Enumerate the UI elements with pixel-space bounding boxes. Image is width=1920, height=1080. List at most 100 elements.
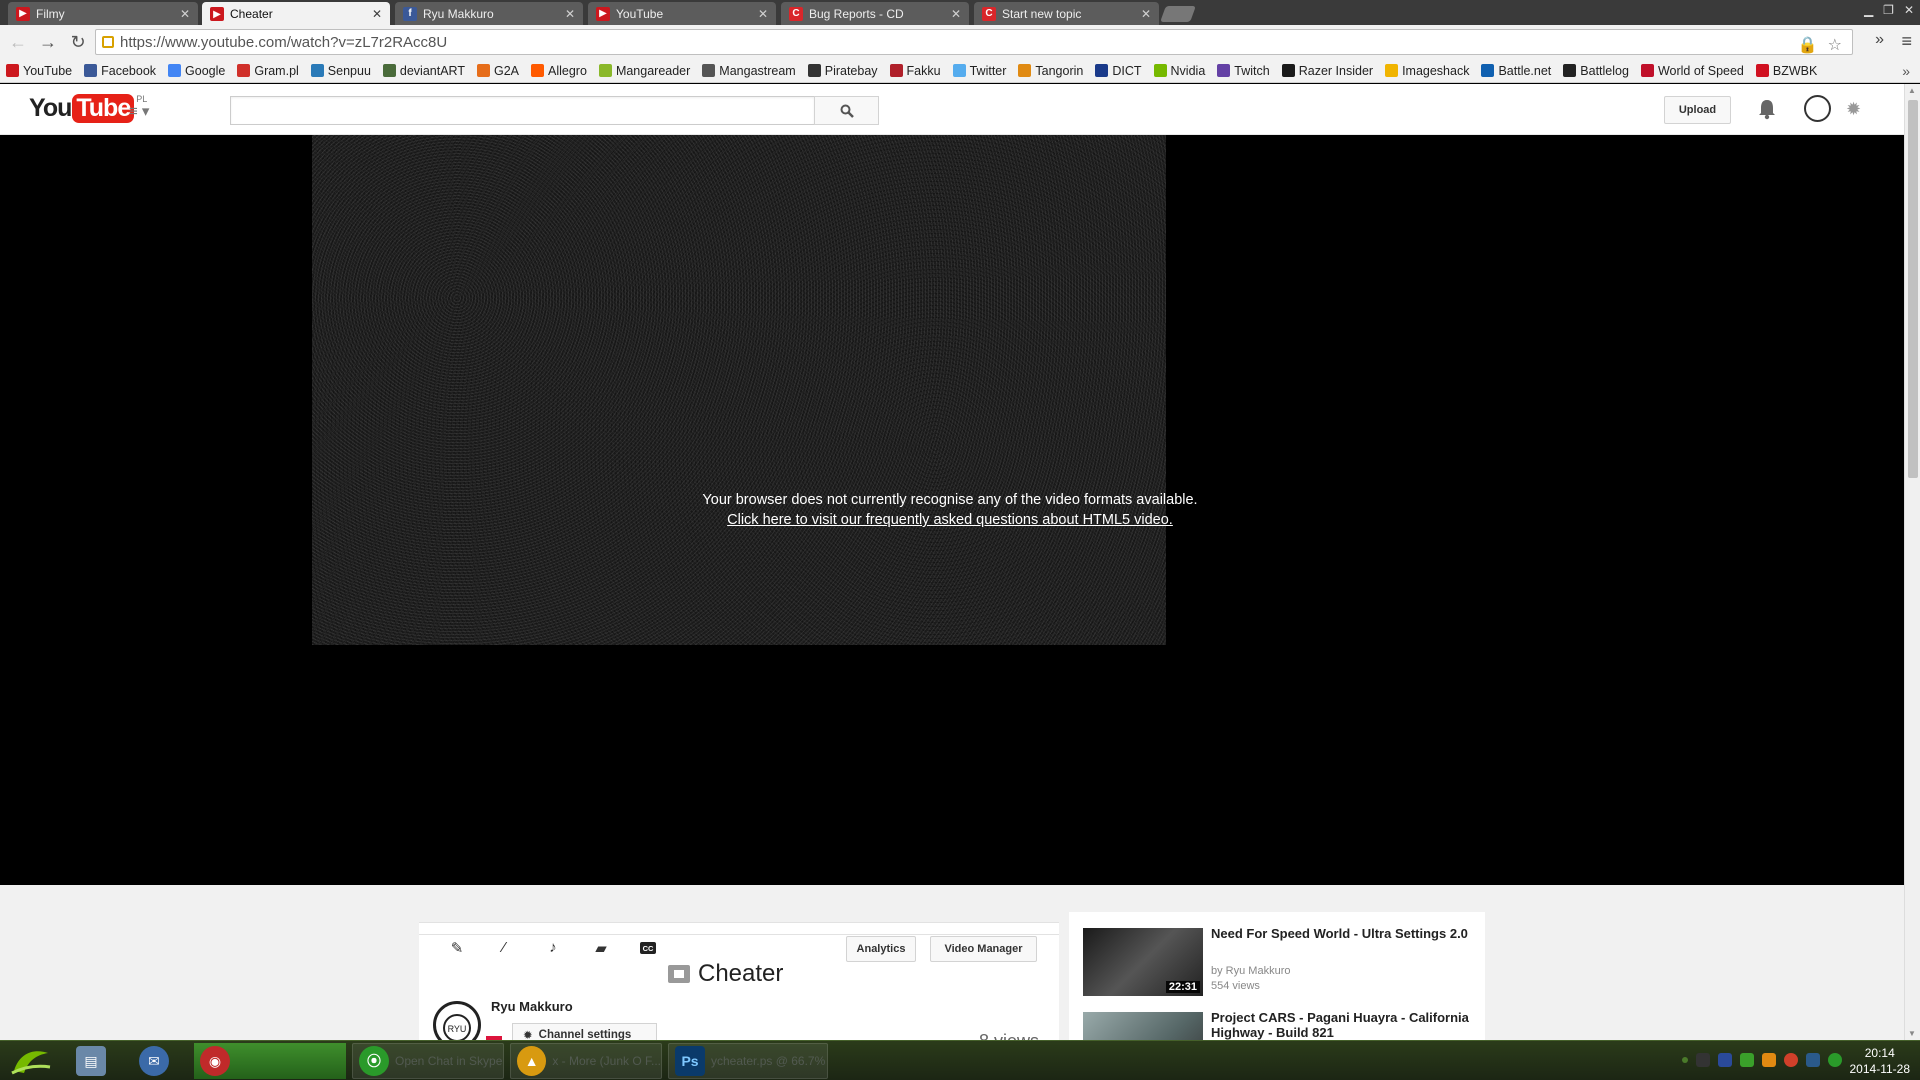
tab-ryu-makkuro[interactable]: f Ryu Makkuro ✕ xyxy=(395,2,583,25)
music-note-icon[interactable]: ♪ xyxy=(543,939,563,959)
close-icon[interactable]: ✕ xyxy=(372,7,382,21)
reload-icon[interactable]: ↻ xyxy=(66,32,90,53)
related-video-title[interactable]: Project CARS - Pagani Huayra - Californi… xyxy=(1211,1010,1481,1040)
bookmark-label: Tangorin xyxy=(1035,63,1084,78)
bookmark-label: deviantART xyxy=(399,63,465,78)
network-icon[interactable] xyxy=(1696,1053,1710,1067)
upload-button[interactable]: Upload xyxy=(1664,96,1731,124)
bookmark-google[interactable]: Google xyxy=(168,64,225,78)
captions-icon[interactable]: CC xyxy=(640,942,656,954)
bookmark-gram-pl[interactable]: Gram.pl xyxy=(237,64,299,78)
bookmark-imageshack[interactable]: Imageshack xyxy=(1385,64,1469,78)
tab-youtube[interactable]: ▶ YouTube ✕ xyxy=(588,2,776,25)
channel-name[interactable]: Ryu Makkuro xyxy=(491,999,573,1014)
scrollbar-thumb[interactable] xyxy=(1908,100,1918,478)
pencil-icon[interactable]: ✎ xyxy=(447,939,467,959)
scroll-down-icon[interactable]: ▼ xyxy=(1908,1029,1916,1038)
bell-icon[interactable] xyxy=(1758,98,1776,120)
address-bar[interactable]: https://www.youtube.com/watch?v=zL7r2RAc… xyxy=(95,29,1853,55)
bookmark-world-of-speed[interactable]: World of Speed xyxy=(1640,63,1744,78)
new-tab-button[interactable] xyxy=(1160,6,1196,22)
restore-icon[interactable]: ❐ xyxy=(1883,3,1894,17)
taskbar-item-thunderbird[interactable]: ✉ xyxy=(133,1043,191,1079)
bookmark-label: World of Speed xyxy=(1657,63,1744,78)
bookmark-youtube[interactable]: YouTube xyxy=(6,64,72,78)
close-icon[interactable]: ✕ xyxy=(565,7,575,21)
taskbar-item-aimp[interactable]: ▲ x - More (Junk O F... xyxy=(510,1043,662,1079)
bookmark-fakku[interactable]: Fakku xyxy=(889,64,941,78)
guide-menu-icon[interactable]: ≡ ▾ xyxy=(129,102,149,120)
bookmark-razer-insider[interactable]: Razer Insider xyxy=(1281,64,1373,78)
taskbar-item-explorer[interactable]: ▤ xyxy=(70,1043,128,1079)
bookmark-battlelog[interactable]: Battlelog xyxy=(1563,64,1629,78)
browser-toolbar: ← → ↻ https://www.youtube.com/watch?v=zL… xyxy=(0,25,1920,59)
magic-wand-icon[interactable]: ⁄ xyxy=(494,939,514,959)
star-icon[interactable]: ☆ xyxy=(1828,35,1842,55)
bookmark-favicon-icon xyxy=(807,64,821,77)
tab-filmy[interactable]: ▶ Filmy ✕ xyxy=(8,2,198,25)
taskbar-item-chrome[interactable]: ◉ xyxy=(194,1043,346,1079)
extensions-chevron-icon[interactable]: » xyxy=(1875,31,1884,49)
more-bookmarks-chevron-icon[interactable]: » xyxy=(1902,63,1910,79)
start-button[interactable] xyxy=(6,1043,54,1079)
video-manager-button[interactable]: Video Manager xyxy=(930,936,1037,962)
related-video-title[interactable]: Need For Speed World - Ultra Settings 2.… xyxy=(1211,926,1481,941)
secure-lock-icon[interactable]: 🔒 xyxy=(1798,35,1818,55)
bookmark-mangastream[interactable]: Mangastream xyxy=(702,63,796,78)
skype-icon[interactable] xyxy=(1828,1053,1842,1067)
bookmark-deviantart[interactable]: deviantART xyxy=(382,63,465,78)
bookmark-nvidia[interactable]: Nvidia xyxy=(1153,64,1205,78)
account-avatar[interactable] xyxy=(1804,95,1831,122)
minimize-icon[interactable]: ▁ xyxy=(1864,3,1873,17)
bookmark-mangareader[interactable]: Mangareader xyxy=(598,64,690,78)
close-icon[interactable]: ✕ xyxy=(180,7,190,21)
close-window-icon[interactable]: ✕ xyxy=(1904,3,1914,17)
scroll-up-icon[interactable]: ▲ xyxy=(1908,86,1916,95)
bookmark-g2a[interactable]: G2A xyxy=(477,64,519,78)
close-icon[interactable]: ✕ xyxy=(1141,7,1151,21)
bookmark-dict[interactable]: DICT xyxy=(1095,64,1142,78)
menu-icon[interactable]: ≡ xyxy=(1901,31,1912,52)
bookmark-tangorin[interactable]: Tangorin xyxy=(1018,64,1083,78)
close-icon[interactable]: ✕ xyxy=(758,7,768,21)
back-icon[interactable]: ← xyxy=(6,32,30,53)
taskbar-item-photoshop[interactable]: Ps ycheater.ps @ 66.7% xyxy=(668,1043,828,1079)
bookmark-bzwbk[interactable]: BZWBK xyxy=(1755,64,1817,78)
page-scrollbar[interactable]: ▲ ▼ xyxy=(1904,84,1920,1040)
bookmark-senpuu[interactable]: Senpuu xyxy=(310,64,371,78)
bookmark-battle-net[interactable]: Battle.net xyxy=(1481,64,1551,78)
related-video-item[interactable]: 22:31 Need For Speed World - Ultra Setti… xyxy=(1083,926,1483,998)
forward-icon[interactable]: → xyxy=(36,32,60,53)
bookmark-favicon-icon xyxy=(1755,64,1769,77)
gear-icon[interactable]: ✹ xyxy=(1846,99,1861,120)
tab-start-new-topic[interactable]: C Start new topic ✕ xyxy=(974,2,1159,25)
search-input[interactable] xyxy=(230,96,815,125)
nvidia-tray-icon[interactable] xyxy=(1740,1053,1754,1067)
close-icon[interactable]: ✕ xyxy=(951,7,961,21)
search-button[interactable] xyxy=(814,96,879,125)
bookmark-favicon-icon xyxy=(1095,64,1109,77)
sun-icon[interactable] xyxy=(1762,1053,1776,1067)
taskbar-item-skype-chat[interactable]: ⦿ Open Chat in Skype xyxy=(352,1043,504,1079)
bookmark-favicon-icon xyxy=(952,64,966,77)
bookmark-facebook[interactable]: Facebook xyxy=(84,64,156,78)
antivirus-icon[interactable] xyxy=(1784,1053,1798,1067)
bookmark-label: Mangastream xyxy=(719,63,796,78)
tab-bug-reports[interactable]: C Bug Reports - CD ✕ xyxy=(781,2,969,25)
bookmark-piratebay[interactable]: Piratebay xyxy=(807,64,878,78)
video-thumbnail[interactable]: 22:31 xyxy=(1083,928,1203,996)
analytics-button[interactable]: Analytics xyxy=(846,936,916,962)
tab-label: Bug Reports - CD xyxy=(809,6,904,21)
tab-cheater[interactable]: ▶ Cheater ✕ xyxy=(202,2,390,26)
bookmark-allegro[interactable]: Allegro xyxy=(531,64,587,78)
system-clock[interactable]: 20:14 2014-11-28 xyxy=(1850,1045,1911,1077)
steam-icon[interactable] xyxy=(1806,1053,1820,1067)
bookmark-label: Google xyxy=(185,63,226,78)
display-icon[interactable] xyxy=(1718,1053,1732,1067)
bookmark-twitter[interactable]: Twitter xyxy=(952,64,1006,78)
html5-faq-link[interactable]: Click here to visit our frequently asked… xyxy=(650,510,1250,530)
bookmark-twitch[interactable]: Twitch xyxy=(1217,64,1270,78)
c-icon: C xyxy=(789,6,803,21)
annotations-icon[interactable]: ▰ xyxy=(591,939,611,959)
tray-expand-icon[interactable] xyxy=(1682,1057,1688,1063)
